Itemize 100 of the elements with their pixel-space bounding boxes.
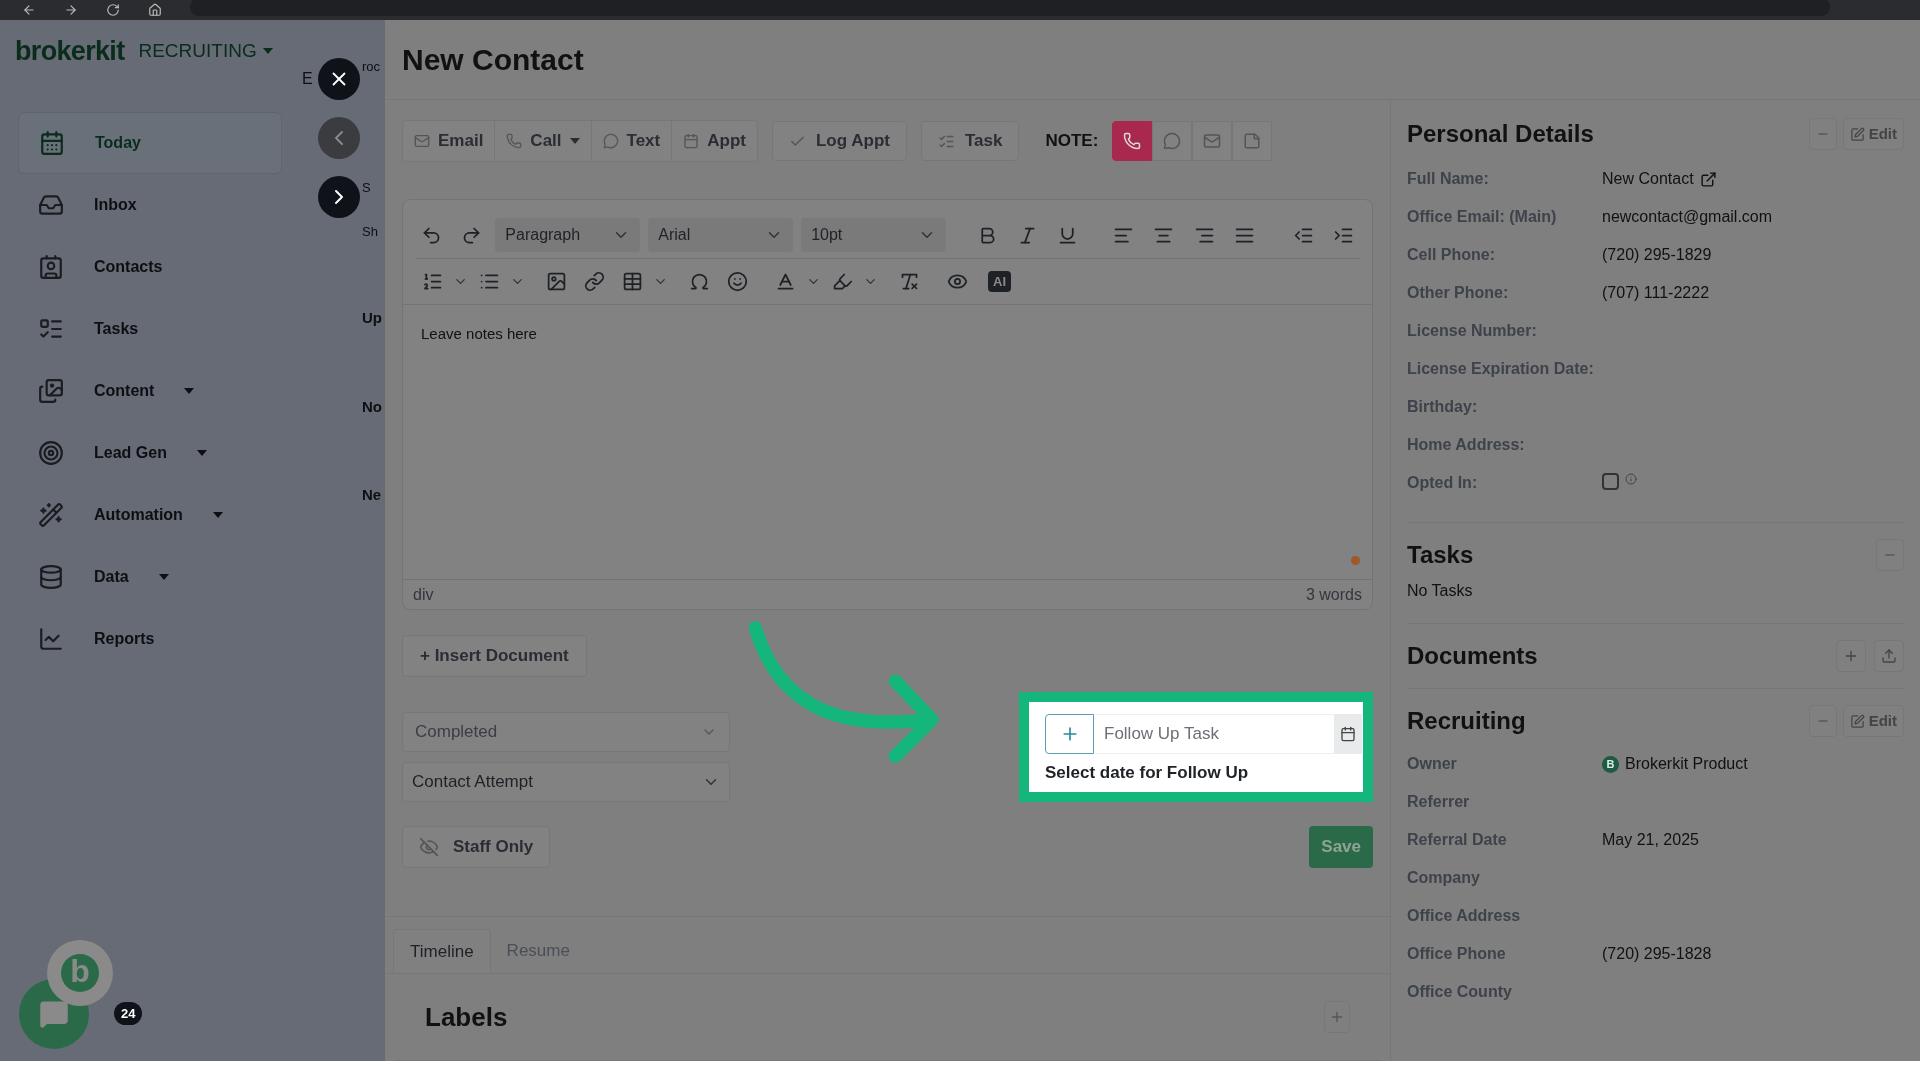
type-select[interactable]: Contact Attempt: [402, 762, 730, 802]
section-title: Documents: [1407, 641, 1538, 671]
owner-avatar: B: [1602, 755, 1619, 773]
nav-label: Reports: [94, 629, 155, 649]
sidebar-item[interactable]: Inbox: [18, 174, 282, 236]
external-link-icon[interactable]: [1699, 170, 1717, 188]
pen-icon: [1849, 713, 1865, 729]
nav-label: Data: [94, 567, 129, 587]
action-button[interactable]: Text: [590, 121, 672, 161]
page-title-fragment: E: [302, 69, 313, 89]
action-button[interactable]: Email: [403, 121, 495, 161]
field-label: Cell Phone:: [1407, 245, 1496, 265]
nav-icon: [38, 378, 64, 404]
nav-label: Contacts: [94, 257, 163, 277]
brand-badge[interactable]: b: [47, 940, 113, 1006]
sidebar-item[interactable]: Data: [18, 546, 282, 608]
follow-up-task-field[interactable]: Follow Up Task: [1094, 714, 1334, 754]
brand-logo[interactable]: brokerkit: [15, 30, 125, 72]
field-label: Other Phone:: [1407, 283, 1510, 303]
eye-off-icon: [419, 837, 439, 857]
nav-label: Automation: [94, 505, 183, 525]
page-text-fragment: Up: [362, 308, 383, 328]
phone-icon: [1123, 132, 1142, 150]
section-title: Personal Details: [1407, 119, 1594, 149]
reload-icon[interactable]: [106, 3, 120, 17]
status-select[interactable]: Completed: [402, 712, 730, 752]
nav-icon: [38, 192, 64, 218]
add-button[interactable]: [1045, 714, 1094, 754]
format-select[interactable]: Paragraph: [495, 218, 641, 252]
action-button[interactable]: Call: [494, 121, 591, 161]
field-label: License Number:: [1407, 321, 1538, 341]
nav-label: Today: [95, 133, 141, 153]
sidebar-item[interactable]: Tasks: [18, 298, 282, 360]
format-select[interactable]: 10pt: [801, 218, 947, 252]
workspace-switcher[interactable]: RECRUITING: [138, 36, 273, 66]
calendar-glyph: [1340, 726, 1356, 742]
edit-button[interactable]: Edit: [1842, 118, 1904, 150]
field-value: (720) 295-1829: [1602, 245, 1712, 265]
section-title: Recruiting: [1407, 706, 1526, 736]
contact-name-link[interactable]: New Contact: [1602, 167, 1694, 191]
chat-icon: [602, 133, 619, 149]
page-text-fragment: Sh: [362, 222, 379, 241]
nav-label: Content: [94, 381, 155, 401]
page-text-fragment: No: [362, 396, 383, 417]
field-label: License Expiration Date:: [1407, 359, 1595, 379]
empty-tasks-text: No Tasks: [1407, 581, 1474, 601]
close-button[interactable]: [318, 58, 360, 100]
section-title: Labels: [425, 1000, 508, 1034]
forward-icon[interactable]: [64, 3, 78, 17]
mail-icon: [1203, 132, 1222, 150]
format-select[interactable]: Arial: [648, 218, 794, 252]
sidebar-item[interactable]: Reports: [18, 608, 282, 670]
action-button[interactable]: Appt: [671, 121, 757, 161]
field-value: (707) 111-2222: [1602, 283, 1710, 303]
nav-icon: [38, 502, 64, 528]
task-button[interactable]: Task: [920, 121, 1020, 161]
ai-button[interactable]: AI: [988, 270, 1011, 293]
save-button[interactable]: Save: [1309, 826, 1373, 868]
sidebar-item[interactable]: Automation: [18, 484, 282, 546]
edit-button[interactable]: Edit: [1842, 705, 1904, 737]
nav-icon: [38, 440, 64, 466]
caret-icon: [262, 48, 273, 54]
page-title-fragment: roc: [362, 58, 382, 76]
field-label: Home Address:: [1407, 435, 1526, 455]
chat-icon: [39, 999, 69, 1029]
sidebar-item[interactable]: Content: [18, 360, 282, 422]
sidebar-item[interactable]: Lead Gen: [18, 422, 282, 484]
field-label: Opted In:: [1407, 473, 1479, 493]
home-icon[interactable]: [148, 3, 162, 17]
back-icon[interactable]: [22, 3, 36, 17]
nav-icon: [38, 626, 64, 652]
tab[interactable]: Timeline: [393, 929, 491, 973]
sidebar-item[interactable]: Today: [18, 112, 282, 174]
log-appt-button[interactable]: Log Appt: [771, 121, 907, 161]
calendar-icon: [683, 133, 700, 149]
field-label: Company: [1407, 868, 1481, 888]
field-value: (720) 295-1828: [1602, 944, 1712, 964]
previous-button[interactable]: [318, 117, 360, 159]
nav-label: Tasks: [94, 319, 139, 339]
insert-document-button[interactable]: + Insert Document: [402, 635, 587, 677]
plus-icon: [1843, 648, 1859, 664]
chat-icon: [1163, 132, 1182, 150]
note-type-button[interactable]: [1112, 121, 1153, 161]
phone-icon: [506, 133, 523, 149]
panel-title: New Contact: [402, 42, 584, 78]
next-button[interactable]: [318, 176, 360, 218]
sidebar-item[interactable]: Contacts: [18, 236, 282, 298]
sticky-icon: [1243, 132, 1262, 150]
staff-only-button[interactable]: Staff Only: [402, 826, 551, 868]
nav-icon: [38, 254, 64, 280]
page-text-fragment: S: [362, 179, 372, 197]
nav-label: Lead Gen: [94, 443, 167, 463]
element-path: div: [413, 584, 434, 605]
opted-in-checkbox[interactable]: [1602, 473, 1619, 490]
plus-icon: [1329, 1009, 1345, 1025]
calendar-icon[interactable]: [1334, 714, 1362, 754]
nav-label: Inbox: [94, 195, 137, 215]
field-value: newcontact@gmail.com: [1602, 207, 1773, 227]
note-text: Leave notes here: [421, 324, 538, 344]
section-title: Tasks: [1407, 540, 1474, 570]
